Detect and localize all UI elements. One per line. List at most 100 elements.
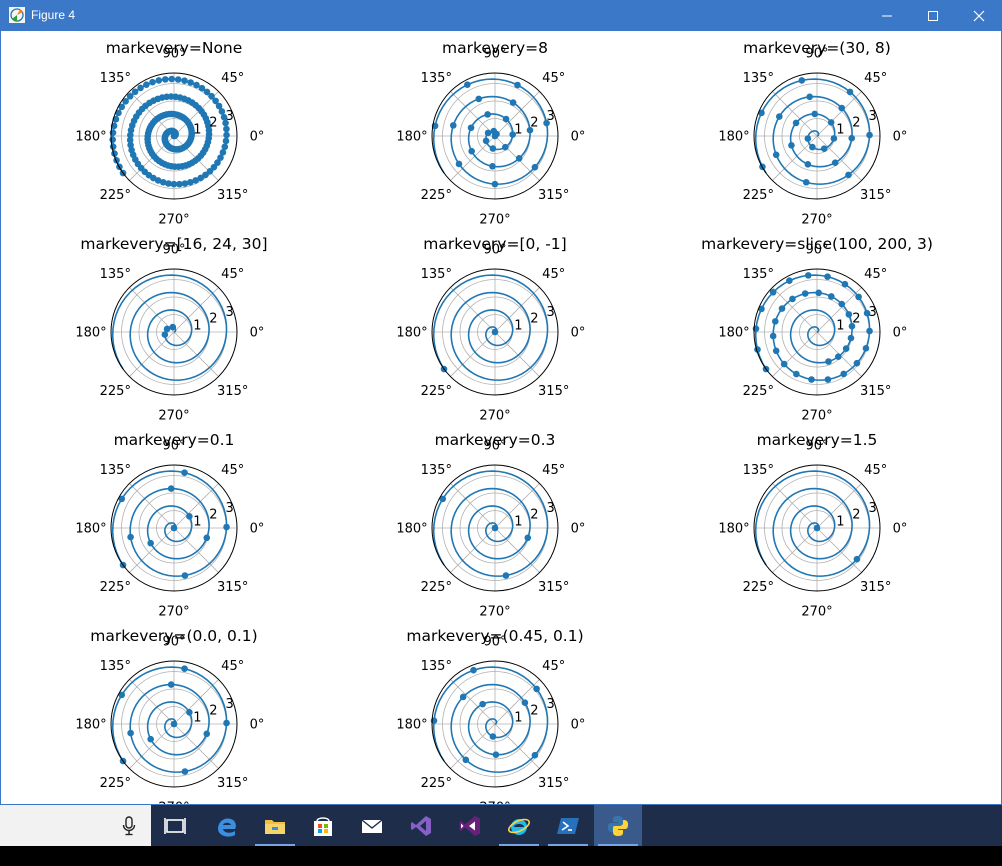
subplot-title: markevery=8 xyxy=(441,39,549,57)
data-marker xyxy=(840,370,847,378)
angular-gridline xyxy=(772,527,818,573)
radial-tick-label: 1 xyxy=(193,122,201,137)
minimize-button[interactable] xyxy=(864,0,910,31)
angle-tick-label: 270° xyxy=(479,409,510,424)
angle-tick-label: 45° xyxy=(864,267,887,282)
angle-tick-label: 135° xyxy=(100,463,131,478)
data-marker xyxy=(769,332,777,340)
angular-gridline xyxy=(772,331,818,377)
subplot-title: markevery=(0.0, 0.1) xyxy=(90,627,258,645)
angle-tick-label: 180° xyxy=(75,326,106,341)
data-marker xyxy=(223,523,230,531)
title-bar[interactable]: Figure 4 xyxy=(1,0,1001,31)
angle-tick-label: 180° xyxy=(718,522,749,537)
data-marker xyxy=(824,273,831,280)
data-marker xyxy=(531,751,539,759)
polar-subplot: 0°45°90°135°180°225°270°315°123markevery… xyxy=(14,619,334,805)
close-button[interactable] xyxy=(956,0,1001,31)
taskbar-python-button[interactable] xyxy=(594,805,642,846)
taskbar-store-button[interactable] xyxy=(299,805,347,846)
maximize-button[interactable] xyxy=(910,0,956,31)
angle-tick-label: 135° xyxy=(100,659,131,674)
data-marker xyxy=(515,155,523,162)
data-marker xyxy=(793,370,800,378)
taskbar-edge-button[interactable] xyxy=(203,805,251,846)
data-marker xyxy=(489,162,496,170)
angle-tick-label: 135° xyxy=(421,267,452,282)
angle-tick-label: 135° xyxy=(421,71,452,86)
screen-bottom-edge xyxy=(0,846,1002,866)
angle-tick-label: 180° xyxy=(75,718,106,733)
angle-tick-label: 135° xyxy=(421,659,452,674)
microphone-icon[interactable] xyxy=(121,816,137,836)
polar-chart: 0°45°90°135°180°225°270°315°123 xyxy=(75,243,265,424)
data-marker xyxy=(838,104,846,112)
data-marker xyxy=(147,539,154,547)
data-marker xyxy=(815,289,822,297)
radial-tick-label: 1 xyxy=(193,318,201,333)
data-marker xyxy=(792,119,800,127)
angle-tick-label: 135° xyxy=(421,463,452,478)
taskbar-powershell-button[interactable] xyxy=(544,805,592,846)
polar-chart: 0°45°90°135°180°225°270°315°123 xyxy=(75,635,264,805)
data-marker xyxy=(147,735,154,743)
data-marker xyxy=(455,160,463,168)
data-marker xyxy=(482,137,490,145)
angle-tick-label: 315° xyxy=(217,384,248,399)
radial-tick-label: 1 xyxy=(514,710,522,725)
data-marker xyxy=(502,115,510,123)
angle-tick-label: 0° xyxy=(893,130,908,145)
spiral-line xyxy=(754,78,871,185)
radial-tick-label: 2 xyxy=(530,704,538,719)
radial-tick-label: 1 xyxy=(514,122,522,137)
angle-tick-label: 0° xyxy=(571,130,586,145)
angle-tick-label: 225° xyxy=(421,580,452,595)
angle-tick-label: 135° xyxy=(100,267,131,282)
angle-tick-label: 0° xyxy=(250,326,265,341)
polar-subplot: 0°45°90°135°180°225°270°315°123markevery… xyxy=(335,619,655,804)
angle-tick-label: 45° xyxy=(542,659,565,674)
data-marker xyxy=(820,145,828,152)
angular-gridline xyxy=(450,723,496,769)
taskbar-task-view-button[interactable] xyxy=(151,805,199,846)
polar-subplot: 0°45°90°135°180°225°270°315°123markevery… xyxy=(335,227,655,424)
internet-explorer-icon xyxy=(508,818,530,835)
angle-tick-label: 315° xyxy=(217,580,248,595)
data-marker xyxy=(853,555,861,563)
angle-tick-label: 180° xyxy=(396,130,427,145)
taskbar-visual-studio-code-button[interactable] xyxy=(397,805,445,846)
angle-tick-label: 45° xyxy=(221,659,244,674)
angle-tick-label: 270° xyxy=(801,213,832,228)
data-marker xyxy=(181,768,189,775)
taskbar-mail-button[interactable] xyxy=(348,805,396,846)
data-marker xyxy=(842,345,850,352)
taskbar-internet-explorer-button[interactable] xyxy=(495,805,543,846)
angle-tick-label: 315° xyxy=(860,188,891,203)
data-marker xyxy=(167,681,175,688)
radial-tick-label: 3 xyxy=(226,305,234,320)
polar-chart: 0°45°90°135°180°225°270°315°123 xyxy=(718,243,907,424)
close-icon xyxy=(973,10,985,22)
radial-tick-label: 1 xyxy=(514,514,522,529)
data-marker xyxy=(223,125,230,133)
taskbar-file-explorer-button[interactable] xyxy=(251,805,299,846)
data-marker xyxy=(161,76,169,83)
spiral-line xyxy=(432,666,549,773)
data-marker xyxy=(804,135,812,142)
angle-tick-label: 45° xyxy=(221,267,244,282)
taskbar-search-box[interactable] xyxy=(0,805,151,846)
data-marker xyxy=(824,376,832,383)
angle-tick-label: 180° xyxy=(718,130,749,145)
data-marker xyxy=(801,290,809,297)
polar-chart: 0°45°90°135°180°225°270°315°123 xyxy=(75,47,264,228)
radial-tick-label: 3 xyxy=(869,305,877,320)
polar-subplot: 0°45°90°135°180°225°270°315°123markevery… xyxy=(657,31,977,228)
data-marker xyxy=(845,311,853,318)
spiral-line xyxy=(754,470,871,577)
angle-tick-label: 270° xyxy=(801,409,832,424)
taskbar-visual-studio-button[interactable] xyxy=(446,805,494,846)
angle-tick-label: 180° xyxy=(396,326,427,341)
data-marker xyxy=(827,119,835,126)
angle-tick-label: 225° xyxy=(100,580,131,595)
angular-gridline xyxy=(173,331,219,377)
